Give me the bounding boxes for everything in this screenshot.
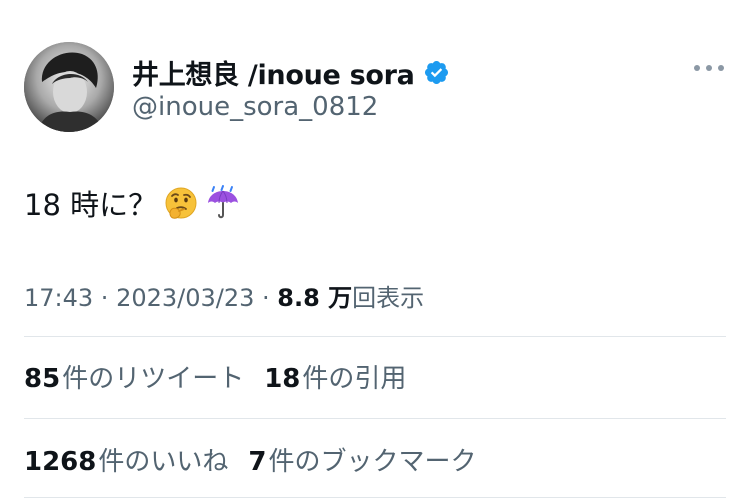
author-display-name[interactable]: 井上想良 /inoue sora [132, 53, 415, 92]
verified-badge-icon [423, 59, 450, 86]
bookmarks-stat[interactable]: 7 件のブックマーク [248, 441, 476, 478]
tweet-meta: 17:43 · 2023/03/23 · 8.8 万回表示 [24, 278, 424, 313]
meta-separator: · [93, 284, 117, 312]
retweet-quote-stats: 85 件のリツイート 18 件の引用 [24, 358, 406, 395]
author-name-row[interactable]: 井上想良 /inoue sora [132, 52, 450, 92]
tweet-date[interactable]: 2023/03/23 [116, 284, 254, 312]
tweet-time[interactable]: 17:43 [24, 284, 93, 312]
quotes-count: 18 [264, 364, 301, 394]
umbrella-with-rain-emoji-icon [205, 185, 241, 221]
likes-stat[interactable]: 1268 件のいいね [24, 441, 228, 478]
tweet-detail: 井上想良 /inoue sora @inoue_sora_0812 18 時に？ [0, 0, 750, 501]
more-options-icon[interactable] [694, 60, 724, 76]
quotes-stat[interactable]: 18 件の引用 [264, 358, 406, 395]
retweets-count: 85 [24, 364, 61, 394]
quotes-label: 件の引用 [302, 364, 407, 394]
bookmarks-label: 件のブックマーク [268, 447, 477, 477]
author-avatar[interactable] [24, 42, 114, 132]
likes-count: 1268 [24, 447, 97, 477]
divider [24, 418, 726, 419]
author-handle[interactable]: @inoue_sora_0812 [132, 92, 378, 122]
divider [24, 497, 726, 498]
tweet-text: 18 時に？ [24, 182, 241, 224]
retweets-label: 件のリツイート [62, 364, 245, 394]
avatar-photo-icon [24, 42, 114, 132]
more-dot [706, 65, 712, 71]
like-bookmark-stats: 1268 件のいいね 7 件のブックマーク [24, 441, 477, 478]
retweets-stat[interactable]: 85 件のリツイート [24, 358, 244, 395]
more-dot [694, 65, 700, 71]
likes-label: 件のいいね [98, 447, 229, 477]
tweet-text-content: 18 時に？ [24, 188, 158, 222]
views-label: 回表示 [352, 284, 425, 312]
views-count: 8.8 万 [277, 284, 353, 312]
bookmarks-count: 7 [248, 447, 267, 477]
meta-separator: · [254, 284, 278, 312]
thinking-face-emoji-icon [163, 185, 199, 221]
more-dot [718, 65, 724, 71]
divider [24, 336, 726, 337]
